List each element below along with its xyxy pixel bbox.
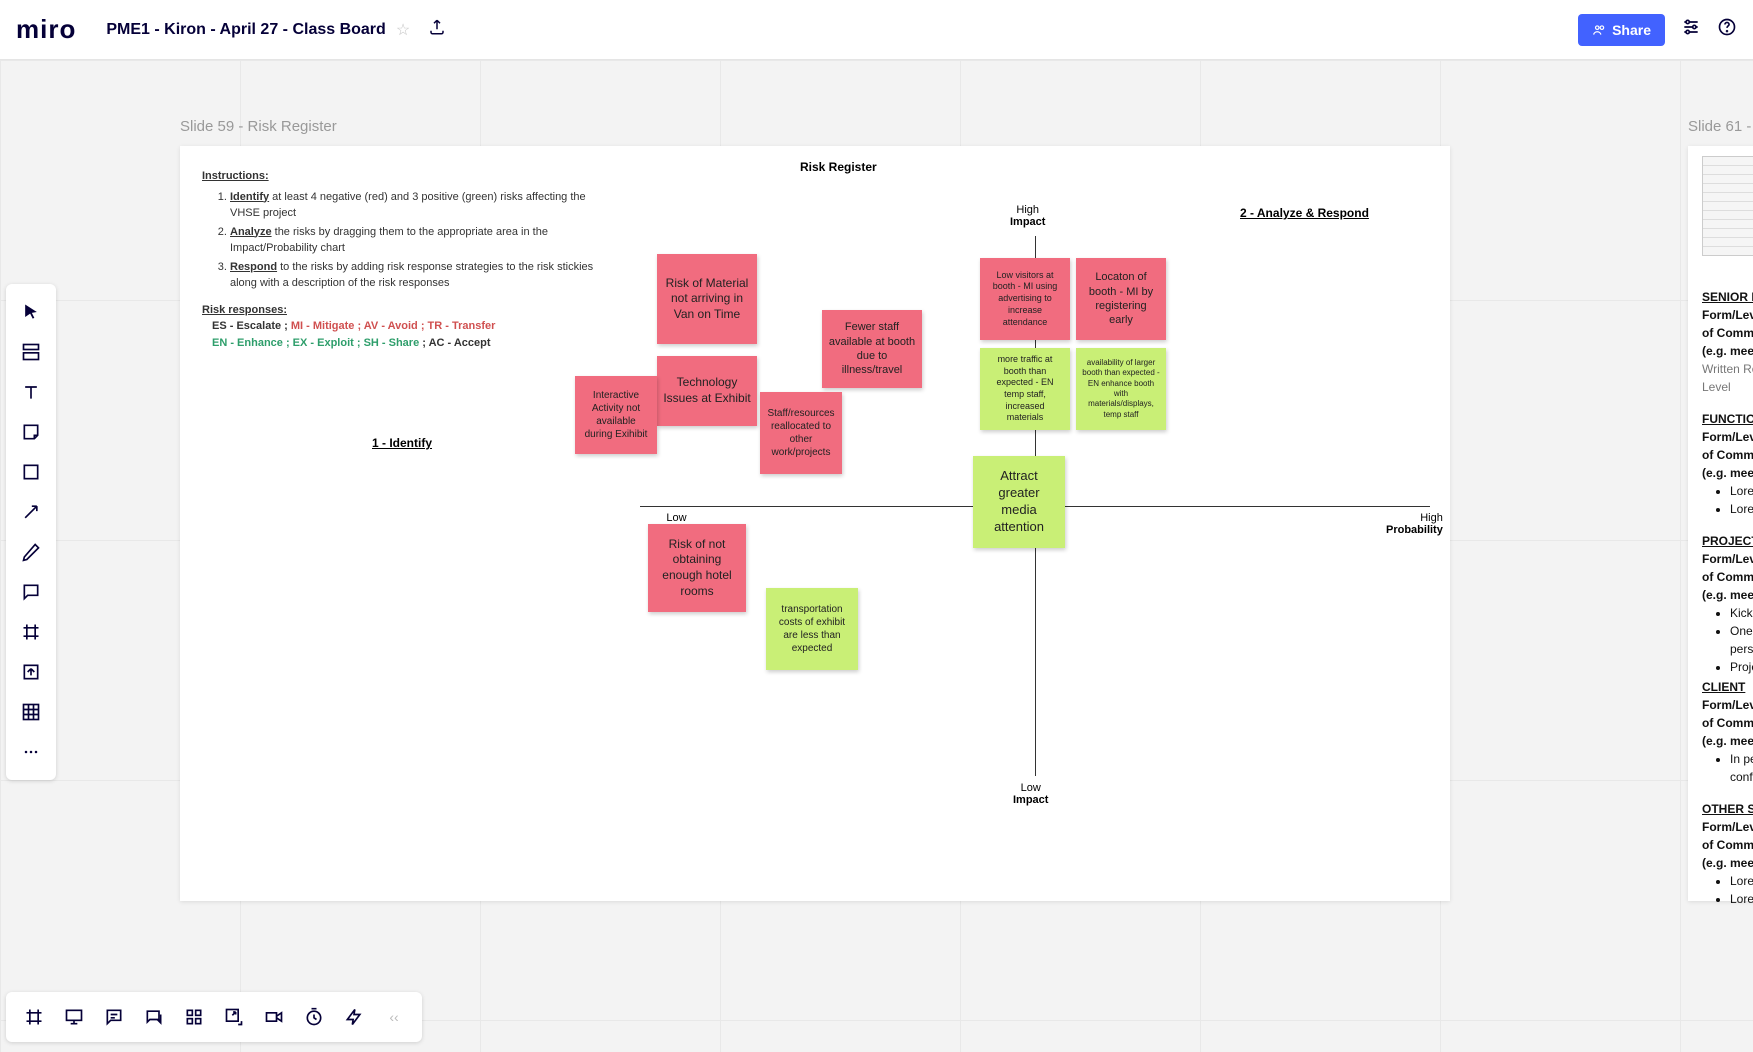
left-toolbar xyxy=(6,284,56,780)
instructions-block: Instructions: Identify at least 4 negati… xyxy=(202,168,602,351)
bottom-toolbar: ‹‹ xyxy=(6,992,422,1042)
text-tool[interactable] xyxy=(11,372,51,412)
instruction-2: Analyze the risks by dragging them to th… xyxy=(230,224,602,257)
templates-tool[interactable] xyxy=(11,332,51,372)
table-tool[interactable] xyxy=(11,692,51,732)
upload-tool[interactable] xyxy=(11,652,51,692)
sticky-low-visitors[interactable]: Low visitors at booth - MI using adverti… xyxy=(980,258,1070,340)
frame-tool[interactable] xyxy=(11,612,51,652)
comments-panel[interactable] xyxy=(94,997,134,1037)
cursor-tool[interactable] xyxy=(11,292,51,332)
help-icon[interactable] xyxy=(1717,17,1737,42)
board-title[interactable]: PME1 - Kiron - April 27 - Class Board xyxy=(106,21,385,39)
timer-icon[interactable] xyxy=(294,997,334,1037)
chat-icon[interactable] xyxy=(134,997,174,1037)
sticky-realloc[interactable]: Staff/resources reallocated to other wor… xyxy=(760,392,842,474)
present-icon[interactable] xyxy=(54,997,94,1037)
slide61-content: SENIOR M Form/Lev of Commu (e.g. meet Wr… xyxy=(1702,274,1753,908)
app-header: miro PME1 - Kiron - April 27 - Class Boa… xyxy=(0,0,1753,60)
miro-logo: miro xyxy=(16,14,76,45)
sticky-tool[interactable] xyxy=(11,412,51,452)
frames-panel[interactable] xyxy=(14,997,54,1037)
sticky-transport[interactable]: transportation costs of exhibit are less… xyxy=(766,588,858,670)
slide-title: Risk Register xyxy=(800,160,877,174)
header-right: Share xyxy=(1578,14,1737,46)
video-icon[interactable] xyxy=(254,997,294,1037)
slide61-thumb xyxy=(1702,156,1753,256)
cards-icon[interactable] xyxy=(174,997,214,1037)
slide-61-frame[interactable]: SENIOR M Form/Lev of Commu (e.g. meet Wr… xyxy=(1688,146,1753,901)
slide-59-frame[interactable]: Risk Register Instructions: Identify at … xyxy=(180,146,1450,901)
instruction-1: Identify at least 4 negative (red) and 3… xyxy=(230,189,602,222)
sticky-staff[interactable]: Fewer staff available at booth due to il… xyxy=(822,310,922,388)
sticky-hotel[interactable]: Risk of not obtaining enough hotel rooms xyxy=(648,524,746,612)
voting-icon[interactable] xyxy=(334,997,374,1037)
sticky-tech[interactable]: Technology Issues at Exhibit xyxy=(657,356,757,426)
more-tools[interactable] xyxy=(11,732,51,772)
collapse-icon[interactable]: ‹‹ xyxy=(374,997,414,1037)
sticky-traffic[interactable]: more traffic at booth than expected - EN… xyxy=(980,348,1070,430)
sticky-media[interactable]: Attract greater media attention xyxy=(973,456,1065,548)
responses-heading: Risk responses: xyxy=(202,304,287,316)
screenshare-icon[interactable] xyxy=(214,997,254,1037)
sticky-location[interactable]: Locaton of booth - MI by registering ear… xyxy=(1076,258,1166,340)
instructions-heading: Instructions: xyxy=(202,170,269,182)
sticky-larger-booth[interactable]: availability of larger booth than expect… xyxy=(1076,348,1166,430)
instruction-3: Respond to the risks by adding risk resp… xyxy=(230,259,602,292)
identify-label: 1 - Identify xyxy=(372,436,432,450)
sticky-material[interactable]: Risk of Material not arriving in Van on … xyxy=(657,254,757,344)
export-icon[interactable] xyxy=(428,18,446,41)
slide-59-label: Slide 59 - Risk Register xyxy=(180,118,337,135)
share-button[interactable]: Share xyxy=(1578,14,1665,46)
analyze-label: 2 - Analyze & Respond xyxy=(1240,206,1369,220)
canvas[interactable]: Slide 59 - Risk Register Slide 61 - C Ri… xyxy=(0,60,1753,1052)
sticky-interactive[interactable]: Interactive Activity not available durin… xyxy=(575,376,657,454)
pen-tool[interactable] xyxy=(11,532,51,572)
high-prob-label: HighProbability xyxy=(1386,512,1443,536)
comment-tool[interactable] xyxy=(11,572,51,612)
shape-tool[interactable] xyxy=(11,452,51,492)
star-icon[interactable]: ☆ xyxy=(396,20,410,40)
high-impact-label: HighImpact xyxy=(1010,204,1045,228)
settings-icon[interactable] xyxy=(1681,17,1701,42)
share-label: Share xyxy=(1612,22,1651,38)
arrow-tool[interactable] xyxy=(11,492,51,532)
slide-61-label: Slide 61 - C xyxy=(1688,118,1753,135)
low-impact-label: LowImpact xyxy=(1013,782,1048,806)
